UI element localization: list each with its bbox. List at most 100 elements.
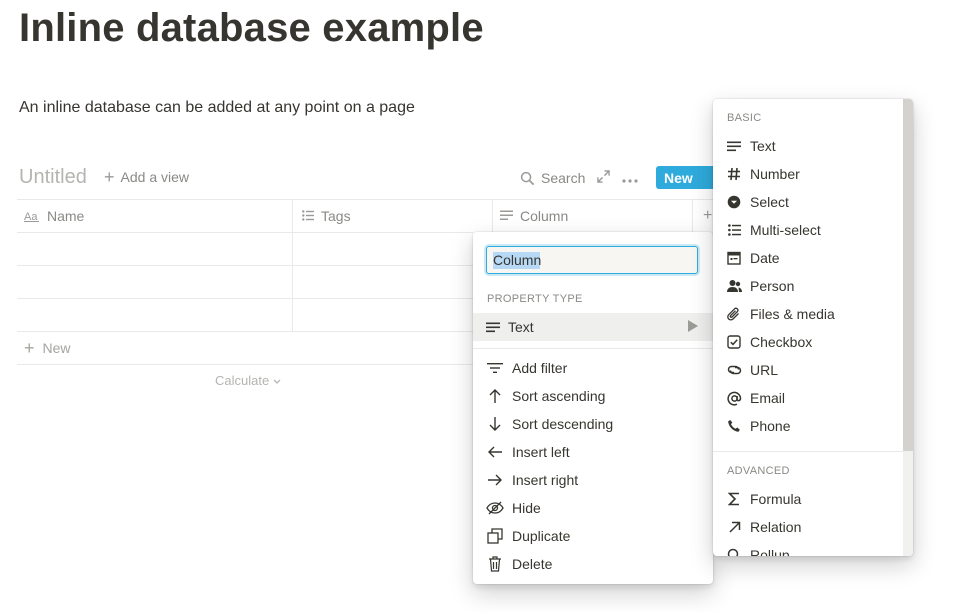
- page-title: Inline database example: [19, 6, 484, 50]
- title-aa-icon: Aa: [24, 211, 39, 222]
- table-bottom-border: [17, 364, 473, 365]
- type-label: Files & media: [750, 306, 835, 322]
- basic-heading: BASIC: [727, 112, 762, 124]
- type-rollup[interactable]: Rollup: [713, 541, 901, 556]
- insert-left-item[interactable]: Insert left: [473, 438, 713, 466]
- column-divider: [692, 199, 693, 232]
- type-multi-select[interactable]: Multi-select: [713, 216, 901, 244]
- menu-item-label: Insert right: [512, 472, 579, 488]
- add-column-button[interactable]: +: [703, 199, 712, 232]
- type-checkbox[interactable]: Checkbox: [713, 328, 901, 356]
- arrow-up-right-icon: [726, 521, 742, 534]
- type-relation[interactable]: Relation: [713, 513, 901, 541]
- type-formula[interactable]: Formula: [713, 485, 901, 513]
- arrow-right-icon: [486, 474, 504, 486]
- new-row-button[interactable]: + New: [24, 339, 71, 357]
- trash-icon: [486, 556, 504, 572]
- type-date[interactable]: Date: [713, 244, 901, 272]
- insert-right-item[interactable]: Insert right: [473, 466, 713, 494]
- table-header-border: [17, 232, 473, 233]
- type-select[interactable]: Select: [713, 188, 901, 216]
- property-type-selector[interactable]: Text: [473, 313, 713, 341]
- menu-item-label: Sort ascending: [512, 388, 606, 404]
- sort-ascending-item[interactable]: Sort ascending: [473, 382, 713, 410]
- type-label: Relation: [750, 519, 802, 535]
- table-row-border: [17, 331, 473, 332]
- calculate-label: Calculate: [215, 373, 270, 388]
- add-view-button[interactable]: + Add a view: [104, 168, 189, 186]
- text-lines-icon: [486, 322, 500, 333]
- calendar-icon: [726, 251, 742, 265]
- arrow-up-icon: [486, 388, 504, 404]
- table-top-border: [17, 199, 713, 200]
- search-icon: [726, 548, 742, 556]
- search-label: Search: [541, 170, 586, 186]
- menu-item-label: Insert left: [512, 444, 570, 460]
- sigma-icon: [726, 492, 742, 506]
- type-label: Multi-select: [750, 222, 821, 238]
- type-label: Email: [750, 390, 786, 406]
- database-title[interactable]: Untitled: [19, 166, 87, 189]
- column-header-label: Tags: [321, 207, 351, 224]
- type-label: Select: [750, 194, 789, 210]
- menu-divider: [713, 451, 903, 452]
- type-url[interactable]: URL: [713, 356, 901, 384]
- menu-item-label: Add filter: [512, 360, 568, 376]
- menu-item-label: Delete: [512, 556, 553, 572]
- expand-icon[interactable]: [597, 170, 611, 186]
- menu-item-label: Duplicate: [512, 528, 571, 544]
- type-label: Formula: [750, 491, 802, 507]
- paperclip-icon: [726, 307, 742, 322]
- property-type-menu: BASIC Text Number Select Multi-select Da…: [713, 99, 913, 556]
- add-view-label: Add a view: [120, 169, 189, 185]
- duplicate-item[interactable]: Duplicate: [473, 522, 713, 550]
- column-header-column[interactable]: Column: [500, 199, 568, 232]
- type-number[interactable]: Number: [713, 160, 901, 188]
- chevron-down-icon: [273, 379, 281, 384]
- arrow-left-icon: [486, 446, 504, 458]
- column-divider: [492, 199, 493, 232]
- column-header-name[interactable]: Aa Name: [24, 199, 84, 232]
- eye-slash-icon: [486, 501, 504, 515]
- type-label: Phone: [750, 418, 791, 434]
- property-type-label: Text: [508, 319, 534, 335]
- type-label: Checkbox: [750, 334, 813, 350]
- plus-icon: +: [703, 206, 713, 224]
- type-email[interactable]: Email: [713, 384, 901, 412]
- calculate-button[interactable]: Calculate: [215, 373, 281, 388]
- new-row-label: New: [42, 340, 71, 356]
- table-row-border: [17, 298, 473, 299]
- duplicate-icon: [486, 528, 504, 544]
- table-row-border: [17, 265, 473, 266]
- type-label: Number: [750, 166, 800, 182]
- column-header-label: Column: [520, 207, 569, 224]
- submenu-arrow-icon: [688, 320, 698, 332]
- new-record-button[interactable]: New: [656, 166, 720, 189]
- type-label: Text: [750, 138, 776, 154]
- sort-descending-item[interactable]: Sort descending: [473, 410, 713, 438]
- arrow-down-icon: [486, 416, 504, 432]
- column-header-tags[interactable]: Tags: [302, 199, 351, 232]
- database-toolbar: Search: [520, 166, 650, 190]
- type-text[interactable]: Text: [713, 132, 901, 160]
- type-label: Rollup: [750, 547, 790, 556]
- link-icon: [726, 363, 742, 377]
- filter-icon: [486, 362, 504, 374]
- type-label: Person: [750, 278, 795, 294]
- type-files-media[interactable]: Files & media: [713, 300, 901, 328]
- delete-item[interactable]: Delete: [473, 550, 713, 578]
- menu-divider: [473, 348, 713, 349]
- scrollbar-thumb[interactable]: [903, 99, 913, 451]
- person-icon: [726, 279, 742, 293]
- hide-item[interactable]: Hide: [473, 494, 713, 522]
- more-options-icon[interactable]: [622, 170, 638, 186]
- column-divider: [292, 199, 293, 332]
- type-person[interactable]: Person: [713, 272, 901, 300]
- svg-text:Aa: Aa: [24, 211, 38, 222]
- add-filter-item[interactable]: Add filter: [473, 354, 713, 382]
- hash-icon: [726, 167, 742, 181]
- search-button[interactable]: Search: [520, 170, 585, 186]
- menu-item-label: Sort descending: [512, 416, 614, 432]
- type-phone[interactable]: Phone: [713, 412, 901, 440]
- type-label: URL: [750, 362, 779, 378]
